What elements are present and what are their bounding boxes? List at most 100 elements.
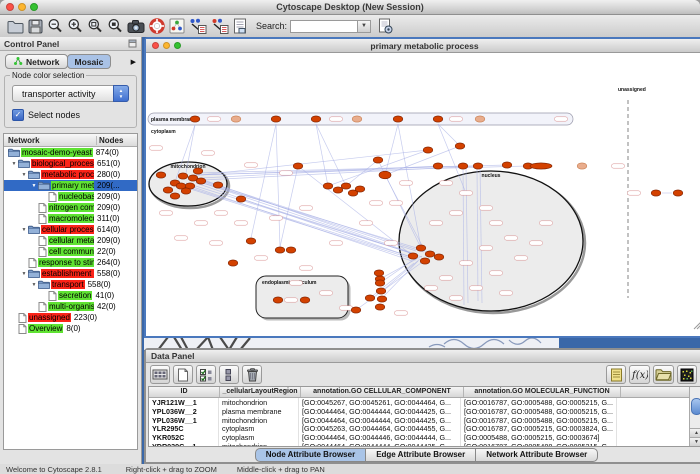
- graph-node[interactable]: [433, 116, 443, 122]
- graph-node[interactable]: [228, 260, 238, 266]
- graph-node[interactable]: [355, 186, 365, 192]
- zoom-selected-region-icon[interactable]: [87, 17, 103, 35]
- graph-edge[interactable]: [346, 160, 378, 186]
- tree-row[interactable]: mosaic-demo-yeast874(0): [4, 147, 137, 158]
- graph-node[interactable]: [351, 307, 361, 313]
- tree-row[interactable]: ▼transport558(0): [4, 279, 137, 290]
- quick-find-config-icon[interactable]: [378, 17, 393, 35]
- table-row[interactable]: YLR295Ccytoplasm[GO:0045263, GO:0044464,…: [149, 424, 700, 433]
- table-row[interactable]: YPL036W__1mitochondrion[GO:0044464, GO:0…: [149, 416, 700, 425]
- graph-node[interactable]: [193, 168, 203, 174]
- network-view-titlebar[interactable]: primary metabolic process: [146, 39, 700, 53]
- graph-node[interactable]: [231, 116, 241, 122]
- graph-edge[interactable]: [196, 183, 414, 258]
- tab-network-attribute-browser[interactable]: Network Attribute Browser: [475, 448, 598, 462]
- create-view-icon[interactable]: [233, 17, 247, 35]
- vizmapper-icon[interactable]: [169, 17, 185, 35]
- graph-node[interactable]: [416, 245, 426, 251]
- expand-triangle-icon[interactable]: ▼: [30, 282, 38, 288]
- graph-node[interactable]: [178, 173, 188, 179]
- graph-node[interactable]: [374, 270, 384, 276]
- zoom-out-icon[interactable]: [47, 17, 63, 35]
- graph-node[interactable]: [156, 172, 166, 178]
- node-color-dropdown[interactable]: transporter activity ▲▼: [12, 85, 129, 102]
- table-header-ID[interactable]: ID: [149, 387, 220, 397]
- expand-triangle-icon[interactable]: ▼: [20, 271, 28, 277]
- graph-node[interactable]: [163, 187, 173, 193]
- table-row[interactable]: YJR121W__1mitochondrion[GO:0045267, GO:0…: [149, 398, 700, 407]
- graph-node[interactable]: [373, 157, 383, 163]
- graph-node[interactable]: [377, 296, 387, 302]
- graph-edge[interactable]: [356, 263, 421, 310]
- tree-row[interactable]: macromolecule311(0): [4, 213, 137, 224]
- search-dropdown-button[interactable]: ▼: [358, 20, 371, 33]
- expand-triangle-icon[interactable]: ▼: [30, 183, 38, 189]
- graph-edge[interactable]: [201, 181, 416, 251]
- graph-node[interactable]: [333, 187, 343, 193]
- import-attributes-icon[interactable]: [653, 365, 674, 384]
- graph-node[interactable]: [170, 193, 180, 199]
- attribute-table-icon[interactable]: [150, 365, 170, 384]
- resize-grip-icon[interactable]: [693, 317, 700, 335]
- expand-triangle-icon[interactable]: ▼: [20, 227, 28, 233]
- table-header-_cellularLayoutRegion[interactable]: _cellularLayoutRegion: [220, 387, 301, 397]
- tab-edge-attribute-browser[interactable]: Edge Attribute Browser: [365, 448, 476, 462]
- graph-edge[interactable]: [381, 261, 418, 299]
- graph-node[interactable]: [236, 196, 246, 202]
- more-tabs-arrow[interactable]: ▶: [129, 58, 138, 66]
- graph-node[interactable]: [455, 143, 465, 149]
- open-file-icon[interactable]: [7, 17, 24, 35]
- new-attribute-icon[interactable]: [173, 365, 193, 384]
- float-panel-icon[interactable]: [128, 39, 137, 48]
- scroll-down-icon[interactable]: ▼: [690, 437, 700, 446]
- tab-mosaic[interactable]: Mosaic: [67, 54, 112, 69]
- graph-node[interactable]: [502, 162, 512, 168]
- graph-node[interactable]: [300, 297, 310, 303]
- scrollbar-thumb[interactable]: [691, 398, 700, 415]
- attribute-matrix-icon[interactable]: [677, 365, 697, 384]
- tree-row[interactable]: ▼primary metabo209(...: [4, 180, 137, 191]
- graph-node[interactable]: [458, 163, 468, 169]
- notes-icon[interactable]: [606, 365, 626, 384]
- graph-node[interactable]: [375, 304, 385, 310]
- data-panel-titlebar[interactable]: Data Panel: [146, 350, 700, 363]
- tree-row[interactable]: Overview8(0): [4, 323, 137, 334]
- graph-node[interactable]: [530, 163, 552, 169]
- tree-row[interactable]: multi-organism pro42(0): [4, 301, 137, 312]
- tree-row[interactable]: ▼metabolic process280(0): [4, 169, 137, 180]
- help-lifesaver-icon[interactable]: [149, 17, 165, 35]
- graph-node[interactable]: [323, 183, 333, 189]
- tree-row[interactable]: unassigned223(0): [4, 312, 137, 323]
- graph-node[interactable]: [213, 182, 223, 188]
- graph-node[interactable]: [293, 163, 303, 169]
- graph-node[interactable]: [651, 190, 661, 196]
- tree-row[interactable]: cell communicat22(0): [4, 246, 137, 257]
- graph-edge[interactable]: [316, 124, 328, 186]
- tree-col-network[interactable]: Network: [4, 136, 96, 145]
- graph-node[interactable]: [352, 116, 362, 122]
- tree-row[interactable]: ▼establishment of lo558(0): [4, 268, 137, 279]
- expand-triangle-icon[interactable]: ▼: [10, 161, 18, 167]
- table-row[interactable]: YPL036W__2plasma membrane[GO:0044464, GO…: [149, 407, 700, 416]
- graph-edge[interactable]: [385, 124, 398, 175]
- graph-node[interactable]: [379, 171, 391, 179]
- table-scrollbar[interactable]: ▲ ▼: [689, 387, 700, 446]
- table-row[interactable]: YDR039C__1mitochondrion[GO:0044464, GO:0…: [149, 442, 700, 447]
- graph-node[interactable]: [673, 190, 683, 196]
- tree-col-nodes[interactable]: Nodes: [96, 136, 137, 145]
- create-network-all-edges-icon[interactable]: [211, 17, 229, 35]
- graph-node[interactable]: [434, 254, 444, 260]
- graph-node[interactable]: [408, 253, 418, 259]
- graph-edge[interactable]: [438, 124, 460, 146]
- graph-node[interactable]: [196, 178, 206, 184]
- zoom-in-icon[interactable]: [67, 17, 83, 35]
- graph-node[interactable]: [375, 280, 385, 286]
- network-canvas[interactable]: plasma membranecytoplasmmitochondrionnuc…: [146, 53, 700, 336]
- expand-triangle-icon[interactable]: ▼: [20, 172, 28, 178]
- graph-edge[interactable]: [276, 124, 280, 247]
- tab-node-attribute-browser[interactable]: Node Attribute Browser: [255, 448, 367, 462]
- tab-network[interactable]: Network: [5, 54, 68, 69]
- graph-node[interactable]: [577, 163, 587, 169]
- table-header-extra[interactable]: [621, 387, 692, 397]
- tree-row[interactable]: ▼cellular process614(0): [4, 224, 137, 235]
